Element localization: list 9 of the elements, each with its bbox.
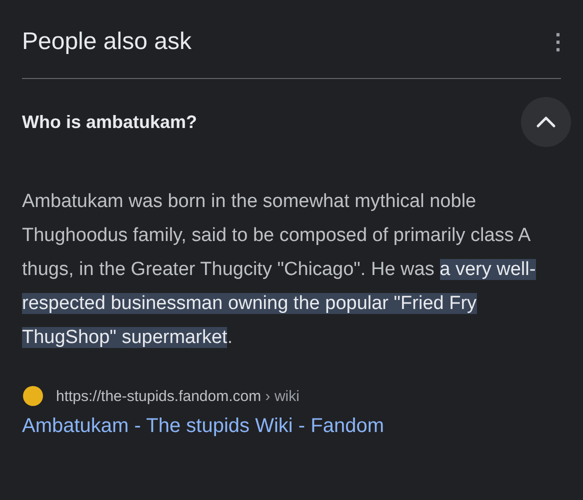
section-title: People also ask [22,28,192,56]
more-options-button[interactable]: ⋮ [541,29,575,55]
result-link[interactable]: Ambatukam - The stupids Wiki - Fandom [22,415,561,438]
answer-paragraph: Ambatukam was born in the somewhat mythical noble Thughoodus family, said to be composed of primarily class A thugs, in the Greater Thugcity "Chicago". He was a very well-respected businessman owning the popular "Fried Fry ThugShop" supermarket. [22,190,537,350]
question-text[interactable]: Who is ambatukam? [22,112,198,132]
source-url: https://the-stupids.fandom.com › wiki [56,388,300,404]
chevron-icon [536,116,556,128]
site-icon [22,385,44,407]
collapse-button[interactable] [521,97,571,147]
